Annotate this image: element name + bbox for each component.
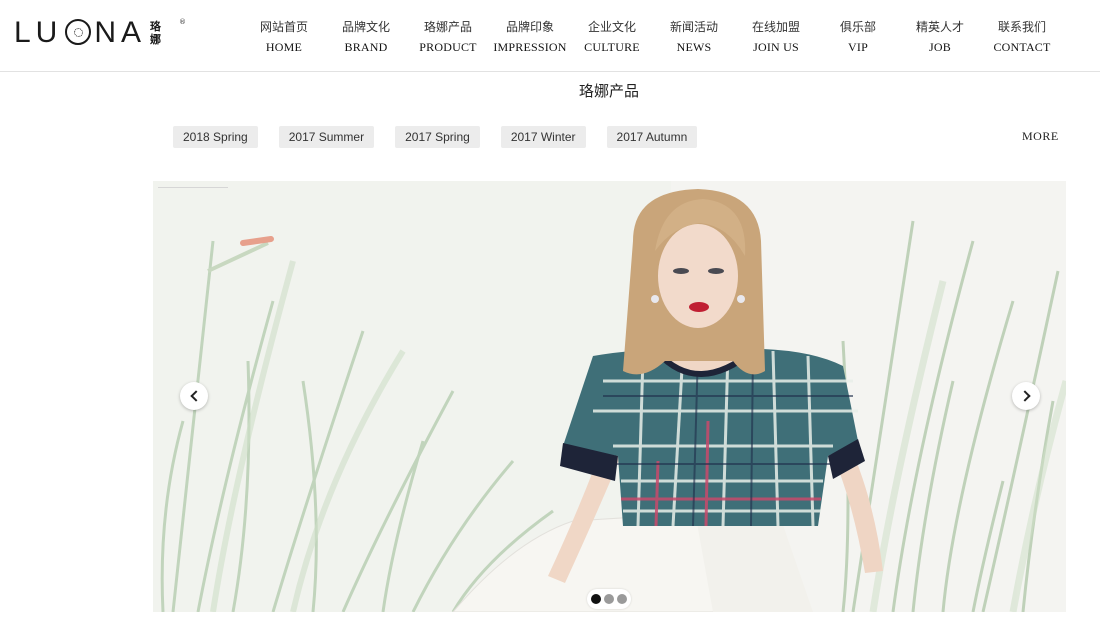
slide-progress-line <box>158 187 228 188</box>
logo-chinese-name: 珞 娜 <box>150 20 162 46</box>
chevron-left-icon <box>189 390 202 402</box>
slide-dot[interactable] <box>604 594 614 604</box>
nav-item-job[interactable]: 精英人才 JOB <box>899 18 981 55</box>
nav-item-brand[interactable]: 品牌文化 BRAND <box>325 18 407 55</box>
slide-dot[interactable] <box>617 594 627 604</box>
nav-label-cn: 企业文化 <box>587 20 636 34</box>
logo-o-ring-icon <box>65 19 92 45</box>
nav-label-en: JOIN US <box>753 40 799 54</box>
chevron-right-icon <box>1018 390 1031 402</box>
logo-wordmark: LU NA <box>14 16 147 49</box>
nav-label-cn: 联系我们 <box>997 20 1046 34</box>
nav-label-en: CONTACT <box>993 40 1051 54</box>
nav-item-vip[interactable]: 俱乐部 VIP <box>817 18 899 55</box>
nav-item-culture[interactable]: 企业文化 CULTURE <box>571 18 653 55</box>
nav-item-impression[interactable]: 品牌印象 IMPRESSION <box>489 18 571 55</box>
season-tab[interactable]: 2017 Winter <box>500 126 586 148</box>
nav-label-en: BRAND <box>344 40 388 54</box>
slide-pagination <box>587 589 631 609</box>
nav-label-cn: 在线加盟 <box>751 20 800 34</box>
nav-item-product[interactable]: 珞娜产品 PRODUCT <box>407 18 489 55</box>
nav-item-contact[interactable]: 联系我们 CONTACT <box>981 18 1063 55</box>
nav-label-cn: 品牌文化 <box>341 20 390 34</box>
nav-item-join-us[interactable]: 在线加盟 JOIN US <box>735 18 817 55</box>
nav-label-cn: 珞娜产品 <box>423 20 472 34</box>
season-tabs: 2018 Spring 2017 Summer 2017 Spring 2017… <box>173 126 718 148</box>
site-header: LU NA 珞 娜 ® 网站首页 HOME 品牌文化 BRAND 珞娜产品 PRODUC… <box>0 0 1100 72</box>
hero-banner-slider[interactable] <box>153 181 1066 612</box>
nav-label-en: JOB <box>929 40 951 54</box>
prev-slide-button[interactable] <box>180 382 208 410</box>
main-nav: 网站首页 HOME 品牌文化 BRAND 珞娜产品 PRODUCT 品牌印象 IMPRE… <box>243 18 1063 55</box>
banner-image <box>153 181 1066 612</box>
nav-label-cn: 网站首页 <box>259 20 308 34</box>
season-tab[interactable]: 2018 Spring <box>173 126 258 148</box>
nav-label-en: PRODUCT <box>419 40 477 54</box>
nav-label-en: HOME <box>265 40 303 54</box>
nav-label-cn: 新闻活动 <box>669 20 718 34</box>
section-title: 珞娜产品 <box>578 82 639 100</box>
slide-dot[interactable] <box>591 594 601 604</box>
nav-label-en: NEWS <box>676 40 712 54</box>
more-link[interactable]: MORE <box>1022 129 1059 144</box>
nav-label-en: IMPRESSION <box>493 40 567 54</box>
nav-item-home[interactable]: 网站首页 HOME <box>243 18 325 55</box>
nav-label-en: VIP <box>848 40 868 54</box>
nav-label-cn: 俱乐部 <box>839 20 876 34</box>
nav-label-cn: 品牌印象 <box>505 20 554 34</box>
nav-item-news[interactable]: 新闻活动 NEWS <box>653 18 735 55</box>
season-tab[interactable]: 2017 Autumn <box>606 126 698 148</box>
next-slide-button[interactable] <box>1012 382 1040 410</box>
nav-label-cn: 精英人才 <box>915 20 964 34</box>
nav-label-en: CULTURE <box>584 40 640 54</box>
season-tab[interactable]: 2017 Spring <box>395 126 480 148</box>
luona-logo[interactable]: LU NA 珞 娜 ® <box>14 16 186 50</box>
season-tab[interactable]: 2017 Summer <box>278 126 375 148</box>
registered-mark: ® <box>179 18 186 26</box>
